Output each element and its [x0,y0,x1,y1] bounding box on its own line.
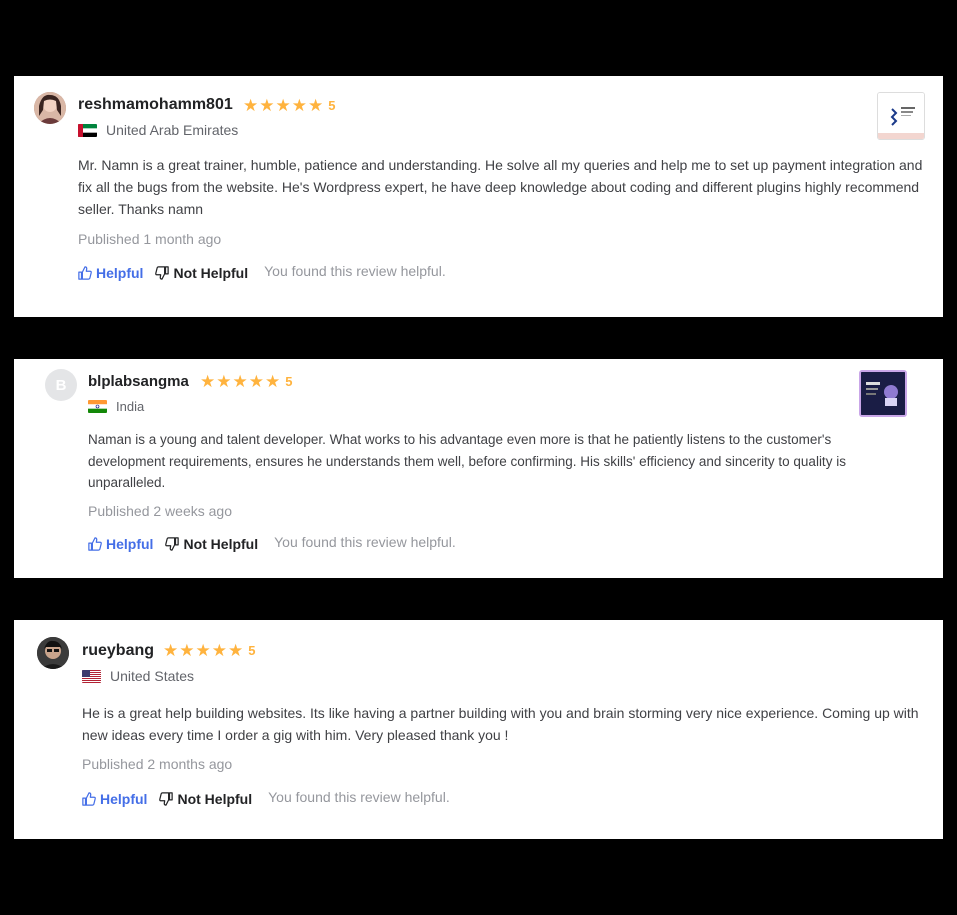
thumbs-down-icon [165,537,180,551]
helpful-button[interactable]: Helpful [78,265,143,281]
not-helpful-label: Not Helpful [173,265,249,281]
not-helpful-button[interactable]: Not Helpful [155,265,248,281]
star-icon: ★ [308,96,324,115]
india-flag-icon [88,400,107,413]
reviewer-country: India [88,399,144,414]
rating-value: 5 [328,98,336,113]
star-icon: ★ [275,96,291,115]
reviewer-country: United Arab Emirates [78,122,238,138]
reviewer-username[interactable]: rueybang [82,642,154,660]
review-actions: Helpful Not Helpful You found this revie… [88,534,456,552]
star-icon: ★ [259,96,275,115]
star-icon: ★ [243,96,259,115]
star-icon: ★ [291,96,307,115]
thumbs-down-icon [159,792,174,806]
helpful-label: Helpful [100,791,148,807]
star-icon: ★ [211,641,227,660]
reviewer-username[interactable]: blplabsangma [88,373,189,390]
helpful-button[interactable]: Helpful [88,536,153,552]
helpful-feedback: You found this review helpful. [264,263,446,279]
star-icon: ★ [195,641,211,660]
helpful-label: Helpful [106,536,154,552]
not-helpful-label: Not Helpful [177,791,253,807]
helpful-label: Helpful [96,265,144,281]
thumbs-up-icon [78,266,92,280]
helpful-button[interactable]: Helpful [82,791,147,807]
review-actions: Helpful Not Helpful You found this revie… [82,789,450,807]
avatar[interactable]: B [45,369,77,401]
not-helpful-button[interactable]: Not Helpful [159,791,252,807]
thumbs-up-icon [82,792,96,806]
rating-value: 5 [285,374,293,389]
star-rating: ★ ★ ★ ★ ★ 5 [200,373,292,390]
avatar[interactable] [37,637,69,669]
published-date: Published 1 month ago [78,231,222,247]
uae-flag-icon [78,123,97,137]
rating-value: 5 [248,643,256,658]
avatar[interactable] [34,92,66,124]
star-icon: ★ [216,372,232,391]
usa-flag-icon [82,669,101,683]
not-helpful-label: Not Helpful [183,536,259,552]
star-rating: ★ ★ ★ ★ ★ 5 [243,97,335,114]
country-name: United States [110,668,195,684]
published-date: Published 2 months ago [82,756,233,772]
avatar-letter: B [55,376,67,394]
helpful-feedback: You found this review helpful. [274,534,456,550]
review-card: rueybang ★ ★ ★ ★ ★ 5 United States He is… [14,620,943,839]
review-card: B blplabsangma ★ ★ ★ ★ ★ 5 India Naman i… [14,359,943,578]
review-card: reshmamohamm801 ★ ★ ★ ★ ★ 5 United Arab … [14,76,943,317]
review-text: Naman is a young and talent developer. W… [88,432,846,490]
thumbs-down-icon [155,266,170,280]
star-icon: ★ [163,641,179,660]
star-icon: ★ [265,372,281,391]
star-rating: ★ ★ ★ ★ ★ 5 [163,642,255,659]
thumbs-up-icon [88,537,102,551]
reviewer-country: United States [82,668,194,684]
published-date: Published 2 weeks ago [88,503,232,519]
country-name: India [116,399,145,414]
star-icon: ★ [228,641,244,660]
helpful-feedback: You found this review helpful. [268,789,450,805]
review-text: He is a great help building websites. It… [82,705,919,743]
reviewer-username[interactable]: reshmamohamm801 [78,96,233,114]
gig-thumbnail[interactable] [877,92,925,140]
star-icon: ★ [248,372,264,391]
gig-thumbnail[interactable] [859,370,907,417]
review-text: Mr. Namn is a great trainer, humble, pat… [78,157,923,217]
not-helpful-button[interactable]: Not Helpful [165,536,258,552]
review-actions: Helpful Not Helpful You found this revie… [78,263,446,281]
star-icon: ★ [200,372,216,391]
star-icon: ★ [232,372,248,391]
star-icon: ★ [179,641,195,660]
country-name: United Arab Emirates [106,122,239,138]
